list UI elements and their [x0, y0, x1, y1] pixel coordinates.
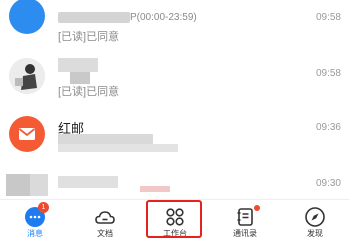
chat-row[interactable]: [已读]已同意 09:58 [0, 50, 349, 110]
chat-row[interactable]: 09:30 [0, 170, 349, 199]
mail-icon [9, 116, 45, 152]
tab-docs[interactable]: 文档 [70, 200, 140, 244]
unread-badge: 1 [38, 202, 49, 213]
contacts-book-icon [234, 206, 256, 228]
tab-messages[interactable]: 1 消息 [0, 200, 70, 244]
avatar [9, 0, 45, 34]
chat-row[interactable]: 红邮 09:36 [0, 110, 349, 170]
tab-discover[interactable]: 发现 [280, 200, 349, 244]
compass-icon [304, 206, 326, 228]
chat-preview: [已读]已同意 [58, 86, 120, 98]
chat-time: 09:30 [315, 178, 341, 189]
chat-time: 09:58 [315, 12, 341, 23]
tab-label: 通讯录 [233, 229, 257, 238]
workbench-highlight-box [146, 200, 202, 238]
chat-preview: [已读]已同意 [58, 31, 120, 43]
avatar [9, 58, 45, 94]
chat-time: 09:58 [315, 68, 341, 79]
tab-contacts[interactable]: 通讯录 [210, 200, 280, 244]
cloud-doc-icon [94, 206, 116, 228]
chat-row[interactable]: P(00:00-23:59) [已读]已同意 09:58 [0, 0, 349, 50]
notification-dot [254, 205, 260, 211]
tab-label: 消息 [27, 229, 43, 238]
tab-label: 文档 [97, 229, 113, 238]
chat-time: 09:36 [315, 122, 341, 133]
chat-list: P(00:00-23:59) [已读]已同意 09:58 [已读]已同意 09:… [0, 0, 349, 199]
tab-label: 发现 [307, 229, 323, 238]
chat-title: P(00:00-23:59) [58, 12, 197, 23]
